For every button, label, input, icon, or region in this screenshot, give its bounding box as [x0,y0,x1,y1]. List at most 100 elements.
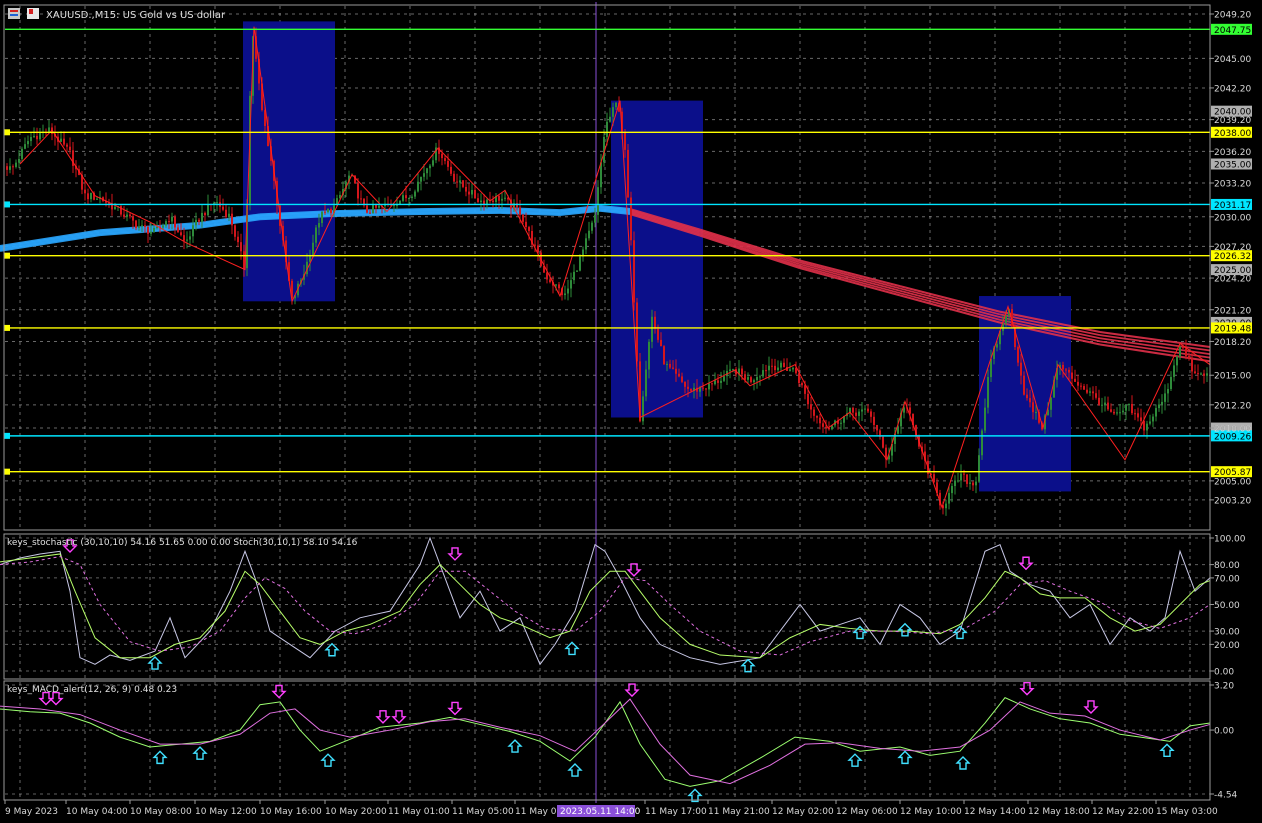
arrow-down-icon [1019,681,1035,696]
candle-body [981,430,983,456]
candle-body [492,200,494,203]
ema-line [1099,334,1211,352]
candle-body [558,284,560,289]
candle-body [321,211,323,224]
candle-body [606,121,608,137]
time-tick-label: 11 May 0 [515,807,557,817]
chart-type-icon[interactable] [8,8,20,19]
arrow-down-icon [391,710,407,724]
candle-body [1128,404,1130,406]
time-tick-label: 11 May 05:00 [452,807,514,817]
candle-body [534,244,536,246]
candle-body [327,208,329,212]
candle-body [312,242,314,257]
ema-line [799,261,901,290]
candle-body [162,225,164,228]
candle-body [663,346,665,365]
candle-body [768,365,770,371]
level-handle [4,432,10,439]
time-tick-label: 10 May 04:00 [66,807,128,817]
time-tick-label: 12 May 02:00 [772,807,834,817]
candle-body [756,377,758,381]
candle-body [39,133,41,140]
candle-body [165,221,167,226]
price-level-label: 2026.32 [1214,252,1251,262]
time-tick-label: 10 May 20:00 [325,807,387,817]
candle-body [1185,348,1187,356]
axis-tick-label: 2027.20 [1214,243,1251,253]
arrow-up-icon [955,756,971,770]
candle-body [18,158,20,163]
candle-body [147,227,149,234]
candle-body [717,380,719,383]
candle-body [546,272,548,280]
candle-body [870,411,872,417]
candle-body [150,231,152,234]
candle-body [483,200,485,205]
candle-body [882,436,884,448]
arrow-down-icon [624,683,640,698]
ema-line [1099,330,1211,349]
candle-body [1065,369,1067,371]
chart-window[interactable]: 2047.75 2040.00 2038.00 2035.00 2031.17 2026.… [0,0,1262,819]
candle-body [702,387,704,389]
candle-body [816,415,818,418]
candle-body [1095,393,1097,398]
candle-body [1152,416,1154,422]
candle-body [729,369,731,371]
candle-body [687,386,689,389]
candle-body [1005,315,1007,324]
candle-body [369,212,371,214]
candle-body [594,214,596,223]
arrow-up-icon [852,625,868,640]
candle-body [156,226,158,228]
axis-tick-label: 2015.00 [1214,372,1251,382]
axis-tick-label: 80.00 [1214,561,1240,571]
candle-body [1158,404,1160,409]
candle-body [1167,389,1169,394]
axis-tick-label: 2049.20 [1214,11,1251,21]
chart-canvas[interactable]: 2047.752040.002038.002035.002031.172026.… [0,0,1262,819]
candle-body [996,344,998,348]
time-tick-label: 10 May 12:00 [195,807,257,817]
candle-body [1119,412,1121,414]
candle-body [1062,364,1064,370]
candle-body [708,383,710,390]
arrow-up-icon [324,642,340,657]
candle-body [1110,409,1112,412]
level-handle [4,468,10,475]
candle-body [777,367,779,371]
candle-body [675,368,677,374]
candle-body [468,191,470,195]
candle-body [1173,365,1175,377]
candle-body [417,181,419,192]
candle-body [144,225,146,228]
candle-body [420,176,422,182]
candle-body [1101,404,1103,406]
axis-tick-label: 2021.20 [1214,306,1251,316]
candle-body [1071,372,1073,379]
candle-body [1083,386,1085,390]
candle-body [753,380,755,383]
candle-body [1179,346,1181,357]
candle-body [114,206,116,210]
candle-body [216,202,218,204]
arrow-down-icon [447,547,463,561]
candle-body [84,189,86,194]
candle-body [522,214,524,222]
candle-body [684,381,686,387]
candle-body [732,369,734,371]
candle-body [15,162,17,167]
candle-body [609,116,611,122]
candle-body [954,480,956,487]
arrow-up-icon [320,753,336,767]
arrow-up-icon [847,753,863,767]
candle-body [135,220,137,228]
candle-body [627,149,629,198]
candle-body [789,369,791,371]
candle-body [858,411,860,416]
time-tick-label: 11 May 01:00 [388,807,450,817]
candle-body [1131,404,1133,414]
candle-body [411,196,413,198]
candle-body [429,165,431,169]
